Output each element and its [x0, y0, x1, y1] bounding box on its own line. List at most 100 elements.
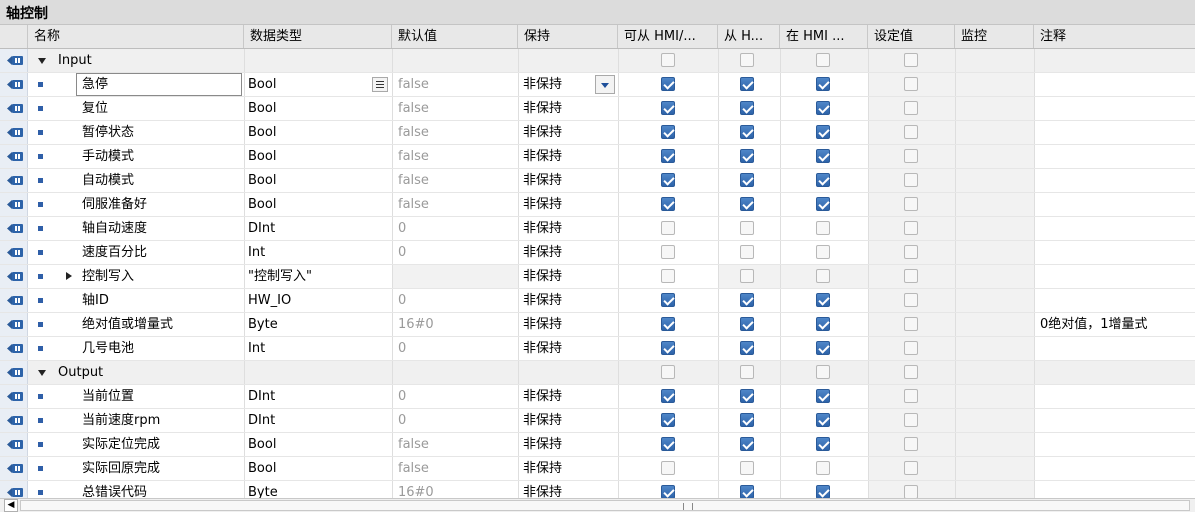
variable-name[interactable]: 绝对值或增量式 — [82, 313, 242, 336]
default-value[interactable]: 0 — [398, 217, 508, 240]
hmi-write-checkbox[interactable] — [740, 341, 754, 355]
group-row[interactable]: Input — [0, 49, 1195, 73]
col-header-hmi-access[interactable]: 可从 HMI/... — [618, 25, 718, 48]
row-gutter[interactable] — [0, 409, 28, 432]
row-gutter[interactable] — [0, 193, 28, 216]
data-type[interactable]: Bool — [248, 193, 388, 216]
setpoint-checkbox[interactable] — [904, 173, 918, 187]
hmi-access-checkbox[interactable] — [661, 365, 675, 379]
setpoint-checkbox[interactable] — [904, 149, 918, 163]
row-gutter[interactable] — [0, 217, 28, 240]
data-type[interactable]: "控制写入" — [248, 265, 388, 288]
row-gutter[interactable] — [0, 289, 28, 312]
variable-name[interactable]: 当前速度rpm — [82, 409, 242, 432]
hmi-write-checkbox[interactable] — [740, 221, 754, 235]
row-gutter[interactable] — [0, 361, 28, 384]
data-type[interactable]: Bool — [248, 457, 388, 480]
hmi-access-checkbox[interactable] — [661, 317, 675, 331]
hmi-access-checkbox[interactable] — [661, 245, 675, 259]
hmi-access-checkbox[interactable] — [661, 197, 675, 211]
comment-text[interactable]: 0绝对值，1增量式 — [1040, 313, 1190, 336]
variable-name[interactable]: 暂停状态 — [82, 121, 242, 144]
setpoint-checkbox[interactable] — [904, 101, 918, 115]
variable-name[interactable]: 几号电池 — [82, 337, 242, 360]
hmi-visible-checkbox[interactable] — [816, 389, 830, 403]
hmi-write-checkbox[interactable] — [740, 149, 754, 163]
variable-name[interactable]: 当前位置 — [82, 385, 242, 408]
default-value[interactable]: 16#0 — [398, 313, 508, 336]
retain-value[interactable]: 非保持 — [523, 265, 603, 288]
data-type[interactable]: Byte — [248, 313, 388, 336]
row-gutter[interactable] — [0, 385, 28, 408]
hmi-write-checkbox[interactable] — [740, 317, 754, 331]
collapse-arrow-icon[interactable] — [66, 272, 72, 280]
hmi-visible-checkbox[interactable] — [816, 365, 830, 379]
col-header-comment[interactable]: 注释 — [1034, 25, 1195, 48]
expand-arrow-icon[interactable] — [38, 58, 46, 64]
variable-name[interactable]: 手动模式 — [82, 145, 242, 168]
hmi-access-checkbox[interactable] — [661, 173, 675, 187]
setpoint-checkbox[interactable] — [904, 53, 918, 67]
table-row[interactable]: 当前速度rpm DInt 0 非保持 — [0, 409, 1195, 433]
setpoint-checkbox[interactable] — [904, 389, 918, 403]
hmi-visible-checkbox[interactable] — [816, 53, 830, 67]
hmi-write-checkbox[interactable] — [740, 365, 754, 379]
row-gutter[interactable] — [0, 433, 28, 456]
setpoint-checkbox[interactable] — [904, 485, 918, 499]
hmi-visible-checkbox[interactable] — [816, 101, 830, 115]
hmi-visible-checkbox[interactable] — [816, 269, 830, 283]
expand-arrow-icon[interactable] — [38, 370, 46, 376]
data-type[interactable]: Bool — [248, 433, 388, 456]
default-value[interactable]: false — [398, 193, 508, 216]
setpoint-checkbox[interactable] — [904, 293, 918, 307]
data-type[interactable]: DInt — [248, 385, 388, 408]
default-value[interactable]: false — [398, 97, 508, 120]
hmi-access-checkbox[interactable] — [661, 269, 675, 283]
data-type[interactable]: Bool — [248, 73, 388, 96]
setpoint-checkbox[interactable] — [904, 365, 918, 379]
default-value[interactable]: false — [398, 433, 508, 456]
col-header-retain[interactable]: 保持 — [518, 25, 618, 48]
hmi-write-checkbox[interactable] — [740, 245, 754, 259]
table-row[interactable]: 实际定位完成 Bool false 非保持 — [0, 433, 1195, 457]
retain-value[interactable]: 非保持 — [523, 313, 603, 336]
variable-name[interactable]: 速度百分比 — [82, 241, 242, 264]
setpoint-checkbox[interactable] — [904, 341, 918, 355]
table-row[interactable]: 轴ID HW_IO 0 非保持 — [0, 289, 1195, 313]
data-type[interactable]: Bool — [248, 145, 388, 168]
hmi-access-checkbox[interactable] — [661, 293, 675, 307]
hmi-visible-checkbox[interactable] — [816, 173, 830, 187]
scroll-left-icon[interactable]: ◀ — [4, 499, 18, 512]
hmi-write-checkbox[interactable] — [740, 173, 754, 187]
col-header-default[interactable]: 默认值 — [392, 25, 518, 48]
hmi-write-checkbox[interactable] — [740, 389, 754, 403]
hmi-access-checkbox[interactable] — [661, 437, 675, 451]
setpoint-checkbox[interactable] — [904, 437, 918, 451]
table-row[interactable]: 急停 Bool false 非保持 — [0, 73, 1195, 97]
data-type[interactable]: Int — [248, 241, 388, 264]
setpoint-checkbox[interactable] — [904, 77, 918, 91]
hmi-access-checkbox[interactable] — [661, 461, 675, 475]
hmi-access-checkbox[interactable] — [661, 125, 675, 139]
row-gutter[interactable] — [0, 313, 28, 336]
row-gutter[interactable] — [0, 241, 28, 264]
hmi-visible-checkbox[interactable] — [816, 245, 830, 259]
hmi-visible-checkbox[interactable] — [816, 77, 830, 91]
row-gutter[interactable] — [0, 121, 28, 144]
retain-value[interactable]: 非保持 — [523, 337, 603, 360]
table-row[interactable]: 实际回原完成 Bool false 非保持 — [0, 457, 1195, 481]
table-row[interactable]: 暂停状态 Bool false 非保持 — [0, 121, 1195, 145]
col-header-name[interactable]: 名称 — [28, 25, 244, 48]
table-row[interactable]: 伺服准备好 Bool false 非保持 — [0, 193, 1195, 217]
retain-value[interactable]: 非保持 — [523, 241, 603, 264]
hmi-access-checkbox[interactable] — [661, 485, 675, 499]
retain-value[interactable]: 非保持 — [523, 217, 603, 240]
default-value[interactable]: 0 — [398, 289, 508, 312]
default-value[interactable]: false — [398, 145, 508, 168]
retain-value[interactable]: 非保持 — [523, 97, 603, 120]
hmi-write-checkbox[interactable] — [740, 53, 754, 67]
variable-name[interactable]: 急停 — [82, 73, 242, 96]
table-row[interactable]: 自动模式 Bool false 非保持 — [0, 169, 1195, 193]
setpoint-checkbox[interactable] — [904, 245, 918, 259]
default-value[interactable]: false — [398, 457, 508, 480]
